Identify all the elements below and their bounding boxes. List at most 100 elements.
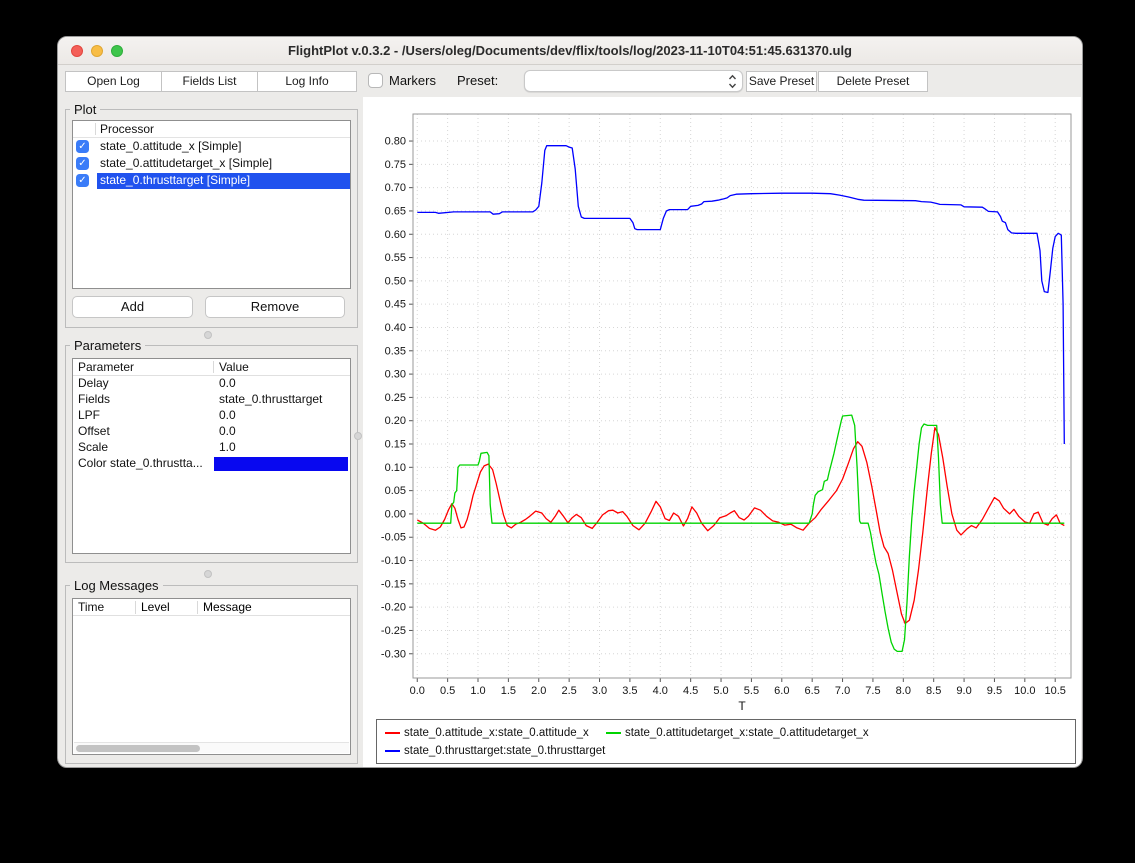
svg-text:0.00: 0.00 [385,508,406,520]
svg-text:6.5: 6.5 [805,685,820,697]
svg-text:0.65: 0.65 [385,205,406,217]
processor-list[interactable]: Processor ✓ state_0.attitude_x [Simple] … [72,120,351,289]
open-log-button[interactable]: Open Log [65,71,162,92]
splitter-handle[interactable] [204,331,212,339]
svg-text:1.0: 1.0 [470,685,485,697]
param-name: Color state_0.thrustta... [78,456,203,470]
flightplot-window: FlightPlot v.0.3.2 - /Users/oleg/Documen… [57,36,1083,768]
svg-text:-0.20: -0.20 [381,602,406,614]
table-row[interactable]: Scale 1.0 [73,440,350,456]
minimize-window-button[interactable] [91,45,103,57]
processor-list-header: Processor [73,121,350,138]
svg-text:0.70: 0.70 [385,182,406,194]
close-window-button[interactable] [71,45,83,57]
svg-text:9.0: 9.0 [956,685,971,697]
log-messages-group: Log Messages Time Level Message [65,585,358,764]
svg-text:0.0: 0.0 [410,685,425,697]
maximize-window-button[interactable] [111,45,123,57]
svg-text:0.35: 0.35 [385,345,406,357]
param-name: Offset [78,424,110,438]
list-item[interactable]: ✓ state_0.attitude_x [Simple] [73,138,350,155]
svg-text:0.05: 0.05 [385,485,406,497]
processor-column-header: Processor [100,122,154,136]
parameters-table-header: Parameter Value [73,359,350,376]
param-name: LPF [78,408,100,422]
svg-text:0.5: 0.5 [440,685,455,697]
param-value: 0.0 [219,376,236,390]
remove-button[interactable]: Remove [205,296,345,318]
markers-checkbox[interactable] [368,73,383,88]
svg-text:4.0: 4.0 [653,685,668,697]
svg-text:0.55: 0.55 [385,252,406,264]
value-column-header: Value [219,360,249,374]
parameters-group: Parameters Parameter Value Delay 0.0 Fie… [65,345,358,563]
color-swatch[interactable] [214,457,348,471]
svg-text:4.5: 4.5 [683,685,698,697]
parameters-group-title: Parameters [70,338,145,353]
svg-text:5.5: 5.5 [744,685,759,697]
log-messages-table[interactable]: Time Level Message [72,598,351,755]
svg-text:T: T [738,699,746,713]
table-row[interactable]: Fields state_0.thrusttarget [73,392,350,408]
log-table-header: Time Level Message [73,599,350,616]
svg-text:0.15: 0.15 [385,439,406,451]
param-value: state_0.thrusttarget [219,392,322,406]
list-item-label: state_0.attitudetarget_x [Simple] [97,156,350,172]
checked-checkbox-icon[interactable]: ✓ [76,140,89,153]
add-button[interactable]: Add [72,296,193,318]
combobox-stepper-icon [728,74,737,94]
parameters-table[interactable]: Parameter Value Delay 0.0 Fields state_0… [72,358,351,554]
svg-text:0.50: 0.50 [385,275,406,287]
svg-text:1.5: 1.5 [501,685,516,697]
legend-entry: state_0.attitude_x:state_0.attitude_x [404,727,589,739]
svg-text:0.20: 0.20 [385,415,406,427]
table-row[interactable]: Offset 0.0 [73,424,350,440]
svg-text:0.25: 0.25 [385,392,406,404]
param-value: 0.0 [219,424,236,438]
svg-text:-0.25: -0.25 [381,625,406,637]
delete-preset-button[interactable]: Delete Preset [818,71,928,92]
table-row[interactable]: Delay 0.0 [73,376,350,392]
chart-legend: state_0.attitude_x:state_0.attitude_x st… [376,719,1076,764]
svg-text:5.0: 5.0 [713,685,728,697]
param-name: Delay [78,376,109,390]
svg-text:7.0: 7.0 [835,685,850,697]
chart-panel: -0.30-0.25-0.20-0.15-0.10-0.050.000.050.… [363,97,1081,768]
markers-label: Markers [389,73,436,88]
table-row-color[interactable]: Color state_0.thrustta... [73,456,350,472]
svg-text:2.5: 2.5 [561,685,576,697]
save-preset-button[interactable]: Save Preset [746,71,817,92]
list-item[interactable]: ✓ state_0.attitudetarget_x [Simple] [73,155,350,172]
svg-text:0.80: 0.80 [385,136,406,148]
svg-text:10.5: 10.5 [1044,685,1065,697]
table-row[interactable]: LPF 0.0 [73,408,350,424]
checked-checkbox-icon[interactable]: ✓ [76,174,89,187]
horizontal-scrollbar[interactable] [74,742,349,753]
window-title: FlightPlot v.0.3.2 - /Users/oleg/Documen… [138,37,1002,65]
preset-combobox[interactable] [524,70,743,92]
title-bar: FlightPlot v.0.3.2 - /Users/oleg/Documen… [58,37,1082,65]
svg-text:-0.30: -0.30 [381,648,406,660]
log-messages-group-title: Log Messages [70,578,163,593]
list-item-selected[interactable]: ✓ state_0.thrusttarget [Simple] [73,172,350,189]
legend-swatch-0 [385,732,400,734]
plot-group-title: Plot [70,102,100,117]
time-column-header: Time [78,600,104,614]
svg-text:0.45: 0.45 [385,299,406,311]
param-value: 0.0 [219,408,236,422]
message-column-header: Message [203,600,252,614]
log-info-button[interactable]: Log Info [257,71,357,92]
scrollbar-thumb[interactable] [76,745,200,752]
parameter-column-header: Parameter [78,360,134,374]
svg-text:7.5: 7.5 [865,685,880,697]
svg-text:0.60: 0.60 [385,229,406,241]
splitter-handle[interactable] [204,570,212,578]
chart-svg[interactable]: -0.30-0.25-0.20-0.15-0.10-0.050.000.050.… [363,97,1081,713]
svg-text:0.30: 0.30 [385,369,406,381]
legend-entry: state_0.attitudetarget_x:state_0.attitud… [625,727,869,739]
fields-list-button[interactable]: Fields List [161,71,258,92]
svg-text:3.0: 3.0 [592,685,607,697]
checked-checkbox-icon[interactable]: ✓ [76,157,89,170]
splitter-handle[interactable] [354,432,362,440]
svg-text:-0.05: -0.05 [381,532,406,544]
